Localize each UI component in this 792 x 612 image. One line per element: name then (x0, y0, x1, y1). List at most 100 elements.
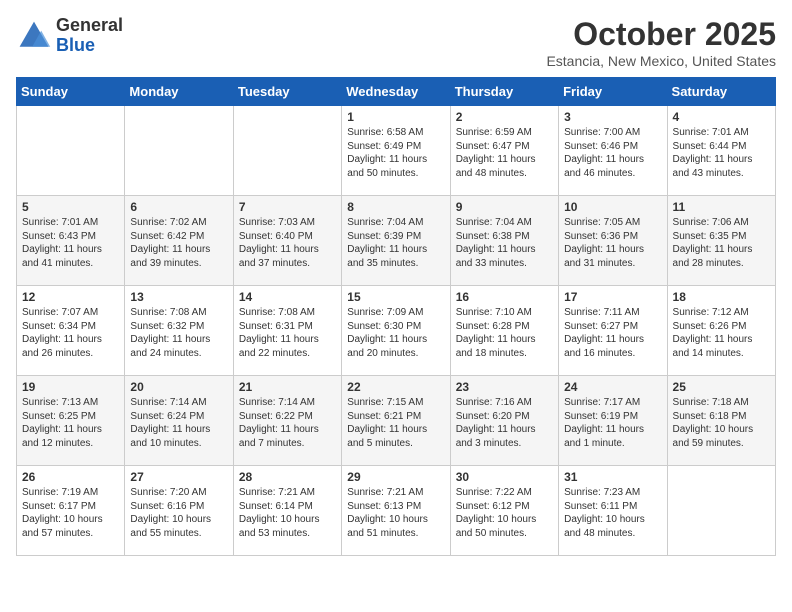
weekday-header: Wednesday (342, 78, 450, 106)
day-number: 29 (347, 470, 444, 484)
day-number: 22 (347, 380, 444, 394)
day-number: 20 (130, 380, 227, 394)
calendar-cell: 21 Sunrise: 7:14 AMSunset: 6:22 PMDayligh… (233, 376, 341, 466)
title-block: October 2025 Estancia, New Mexico, Unite… (546, 16, 776, 69)
calendar-cell: 4 Sunrise: 7:01 AMSunset: 6:44 PMDaylight… (667, 106, 775, 196)
day-number: 2 (456, 110, 553, 124)
day-number: 27 (130, 470, 227, 484)
calendar-cell: 22 Sunrise: 7:15 AMSunset: 6:21 PMDayligh… (342, 376, 450, 466)
day-number: 25 (673, 380, 770, 394)
weekday-header: Saturday (667, 78, 775, 106)
logo: General Blue (16, 16, 123, 56)
cell-details: Sunrise: 7:19 AMSunset: 6:17 PMDaylight:… (22, 486, 119, 540)
cell-details: Sunrise: 7:01 AMSunset: 6:43 PMDaylight:… (22, 216, 119, 270)
weekday-header: Sunday (17, 78, 125, 106)
day-number: 15 (347, 290, 444, 304)
cell-details: Sunrise: 7:04 AMSunset: 6:38 PMDaylight:… (456, 216, 553, 270)
calendar-week-row: 26 Sunrise: 7:19 AMSunset: 6:17 PMDayligh… (17, 466, 776, 556)
cell-details: Sunrise: 7:23 AMSunset: 6:11 PMDaylight:… (564, 486, 661, 540)
calendar-cell (17, 106, 125, 196)
calendar-cell (667, 466, 775, 556)
cell-details: Sunrise: 7:15 AMSunset: 6:21 PMDaylight:… (347, 396, 444, 450)
cell-details: Sunrise: 7:06 AMSunset: 6:35 PMDaylight:… (673, 216, 770, 270)
day-number: 18 (673, 290, 770, 304)
weekday-header: Monday (125, 78, 233, 106)
calendar-title: October 2025 (546, 16, 776, 53)
calendar-cell: 2Sunrise: 6:59 AMSunset: 6:47 PMDaylight… (450, 106, 558, 196)
calendar-cell: 9 Sunrise: 7:04 AMSunset: 6:38 PMDaylight… (450, 196, 558, 286)
cell-details: Sunrise: 7:13 AMSunset: 6:25 PMDaylight:… (22, 396, 119, 450)
day-number: 26 (22, 470, 119, 484)
cell-details: Sunrise: 7:03 AMSunset: 6:40 PMDaylight:… (239, 216, 336, 270)
calendar-cell: 14 Sunrise: 7:08 AMSunset: 6:31 PMDayligh… (233, 286, 341, 376)
cell-details: Sunrise: 7:14 AMSunset: 6:24 PMDaylight:… (130, 396, 227, 450)
calendar-subtitle: Estancia, New Mexico, United States (546, 53, 776, 69)
day-number: 4 (673, 110, 770, 124)
calendar-cell: 3Sunrise: 7:00 AMSunset: 6:46 PMDaylight… (559, 106, 667, 196)
cell-details: Sunrise: 7:08 AMSunset: 6:31 PMDaylight:… (239, 306, 336, 360)
calendar-cell: 13Sunrise: 7:08 AMSunset: 6:32 PMDayligh… (125, 286, 233, 376)
cell-details: Sunrise: 6:58 AMSunset: 6:49 PMDaylight:… (347, 126, 444, 180)
cell-details: Sunrise: 7:01 AMSunset: 6:44 PMDaylight:… (673, 126, 770, 180)
cell-details: Sunrise: 7:11 AMSunset: 6:27 PMDaylight:… (564, 306, 661, 360)
day-number: 11 (673, 200, 770, 214)
calendar-cell: 7 Sunrise: 7:03 AMSunset: 6:40 PMDaylight… (233, 196, 341, 286)
calendar-cell: 27 Sunrise: 7:20 AMSunset: 6:16 PMDayligh… (125, 466, 233, 556)
logo-icon (16, 18, 52, 54)
day-number: 23 (456, 380, 553, 394)
day-number: 21 (239, 380, 336, 394)
cell-details: Sunrise: 7:14 AMSunset: 6:22 PMDaylight:… (239, 396, 336, 450)
cell-details: Sunrise: 7:09 AMSunset: 6:30 PMDaylight:… (347, 306, 444, 360)
day-number: 7 (239, 200, 336, 214)
calendar-week-row: 12Sunrise: 7:07 AMSunset: 6:34 PMDayligh… (17, 286, 776, 376)
day-number: 9 (456, 200, 553, 214)
calendar-cell: 1Sunrise: 6:58 AMSunset: 6:49 PMDaylight… (342, 106, 450, 196)
calendar-cell: 17 Sunrise: 7:11 AMSunset: 6:27 PMDayligh… (559, 286, 667, 376)
cell-details: Sunrise: 7:00 AMSunset: 6:46 PMDaylight:… (564, 126, 661, 180)
day-number: 8 (347, 200, 444, 214)
calendar-cell: 16Sunrise: 7:10 AMSunset: 6:28 PMDayligh… (450, 286, 558, 376)
calendar-table: SundayMondayTuesdayWednesdayThursdayFrid… (16, 77, 776, 556)
day-number: 17 (564, 290, 661, 304)
calendar-cell: 28Sunrise: 7:21 AMSunset: 6:14 PMDayligh… (233, 466, 341, 556)
calendar-cell: 25Sunrise: 7:18 AMSunset: 6:18 PMDayligh… (667, 376, 775, 466)
weekday-header: Thursday (450, 78, 558, 106)
weekday-header: Tuesday (233, 78, 341, 106)
calendar-cell: 8 Sunrise: 7:04 AMSunset: 6:39 PMDaylight… (342, 196, 450, 286)
calendar-cell: 6Sunrise: 7:02 AMSunset: 6:42 PMDaylight… (125, 196, 233, 286)
weekday-header: Friday (559, 78, 667, 106)
header-row: SundayMondayTuesdayWednesdayThursdayFrid… (17, 78, 776, 106)
cell-details: Sunrise: 7:20 AMSunset: 6:16 PMDaylight:… (130, 486, 227, 540)
cell-details: Sunrise: 7:12 AMSunset: 6:26 PMDaylight:… (673, 306, 770, 360)
cell-details: Sunrise: 7:02 AMSunset: 6:42 PMDaylight:… (130, 216, 227, 270)
cell-details: Sunrise: 7:17 AMSunset: 6:19 PMDaylight:… (564, 396, 661, 450)
calendar-cell: 29 Sunrise: 7:21 AMSunset: 6:13 PMDayligh… (342, 466, 450, 556)
calendar-cell: 15 Sunrise: 7:09 AMSunset: 6:30 PMDayligh… (342, 286, 450, 376)
calendar-cell (125, 106, 233, 196)
calendar-cell (233, 106, 341, 196)
calendar-cell: 24 Sunrise: 7:17 AMSunset: 6:19 PMDayligh… (559, 376, 667, 466)
day-number: 5 (22, 200, 119, 214)
day-number: 24 (564, 380, 661, 394)
day-number: 30 (456, 470, 553, 484)
calendar-cell: 23 Sunrise: 7:16 AMSunset: 6:20 PMDayligh… (450, 376, 558, 466)
day-number: 13 (130, 290, 227, 304)
cell-details: Sunrise: 7:07 AMSunset: 6:34 PMDaylight:… (22, 306, 119, 360)
day-number: 31 (564, 470, 661, 484)
calendar-week-row: 1Sunrise: 6:58 AMSunset: 6:49 PMDaylight… (17, 106, 776, 196)
calendar-cell: 20 Sunrise: 7:14 AMSunset: 6:24 PMDayligh… (125, 376, 233, 466)
day-number: 16 (456, 290, 553, 304)
calendar-cell: 12Sunrise: 7:07 AMSunset: 6:34 PMDayligh… (17, 286, 125, 376)
day-number: 19 (22, 380, 119, 394)
calendar-cell: 26 Sunrise: 7:19 AMSunset: 6:17 PMDayligh… (17, 466, 125, 556)
calendar-cell: 19 Sunrise: 7:13 AMSunset: 6:25 PMDayligh… (17, 376, 125, 466)
cell-details: Sunrise: 7:16 AMSunset: 6:20 PMDaylight:… (456, 396, 553, 450)
calendar-week-row: 19 Sunrise: 7:13 AMSunset: 6:25 PMDayligh… (17, 376, 776, 466)
cell-details: Sunrise: 7:04 AMSunset: 6:39 PMDaylight:… (347, 216, 444, 270)
calendar-cell: 5 Sunrise: 7:01 AMSunset: 6:43 PMDaylight… (17, 196, 125, 286)
calendar-cell: 11 Sunrise: 7:06 AMSunset: 6:35 PMDayligh… (667, 196, 775, 286)
day-number: 14 (239, 290, 336, 304)
cell-details: Sunrise: 7:21 AMSunset: 6:13 PMDaylight:… (347, 486, 444, 540)
cell-details: Sunrise: 7:05 AMSunset: 6:36 PMDaylight:… (564, 216, 661, 270)
calendar-week-row: 5 Sunrise: 7:01 AMSunset: 6:43 PMDaylight… (17, 196, 776, 286)
